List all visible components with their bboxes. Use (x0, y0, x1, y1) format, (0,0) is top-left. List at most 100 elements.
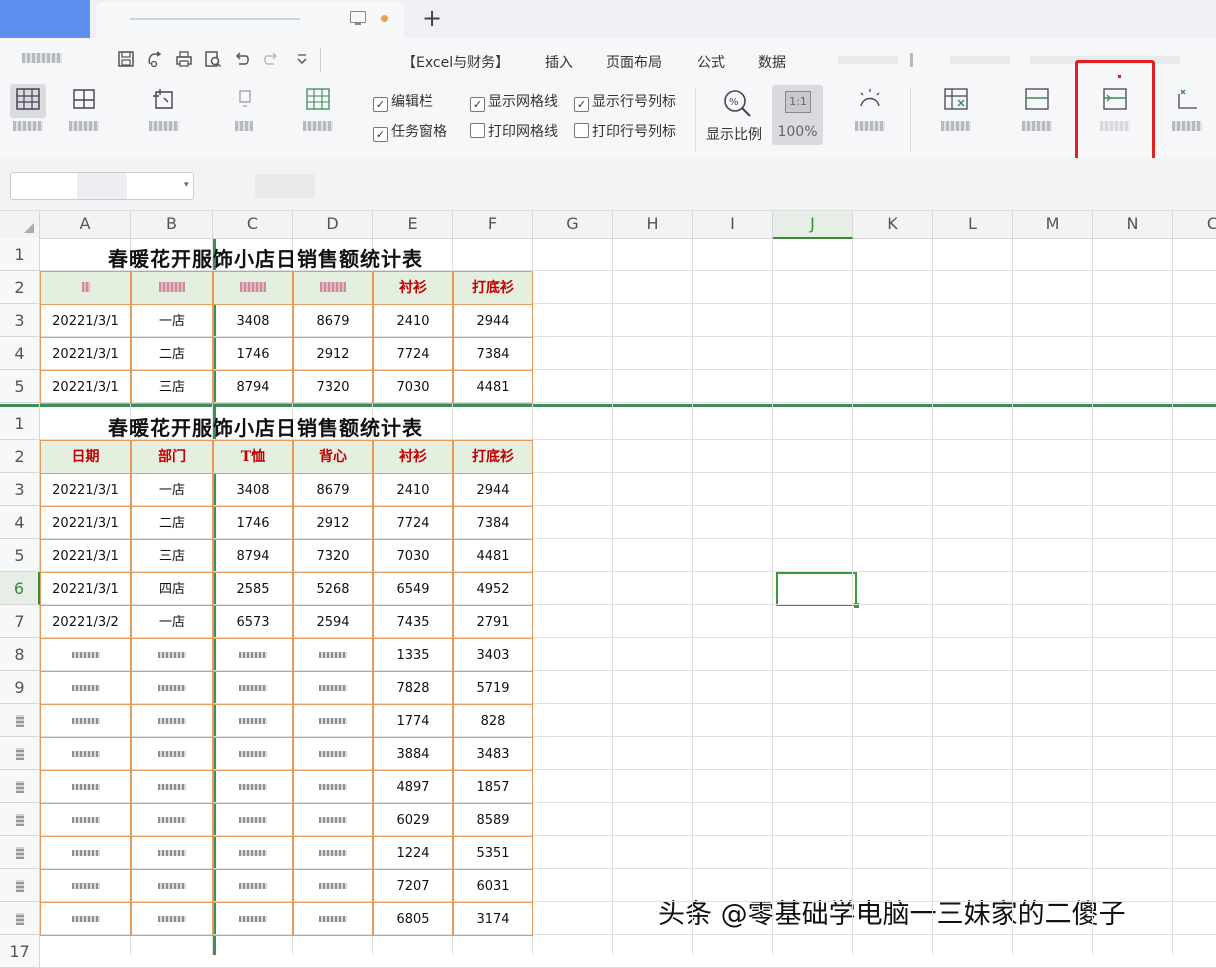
cell-text-blurred (239, 850, 267, 856)
print-icon[interactable] (175, 50, 193, 68)
eye-protection-button[interactable] (848, 86, 892, 144)
table-cell: 1746 (213, 506, 293, 540)
show-headers-checkbox[interactable]: ✓ 显示行号列标 (574, 91, 676, 112)
column-header-e[interactable]: E (373, 211, 453, 239)
row-header[interactable]: 4 (0, 337, 40, 370)
print-gridlines-checkbox[interactable]: 打印网格线 (470, 121, 558, 141)
horizontal-split-bar[interactable] (0, 404, 1216, 407)
column-header-b[interactable]: B (131, 211, 213, 239)
menu-data[interactable]: 数据 (758, 52, 786, 72)
row-header[interactable]: 1 (0, 407, 40, 440)
export-icon[interactable] (146, 50, 164, 68)
row-header[interactable]: 3 (0, 304, 40, 337)
column-header-g[interactable]: G (533, 211, 613, 239)
column-header-i[interactable]: I (693, 211, 773, 239)
table-cell: 8794 (213, 370, 293, 404)
task-pane-checkbox[interactable]: ✓ 任务窗格 (373, 121, 447, 142)
row-header[interactable]: 6 (0, 572, 40, 605)
normal-view-button[interactable] (6, 84, 50, 144)
table-cell: 20221/3/1 (40, 473, 131, 507)
row-header[interactable]: 17 (0, 935, 40, 968)
undo-icon[interactable] (233, 50, 251, 68)
chevron-down-icon[interactable]: ▾ (184, 180, 189, 190)
watermark: 头条 @零基础学电脑一三妹家的二傻子 (658, 899, 1126, 930)
table-cell: 一店 (131, 304, 213, 338)
column-header-j[interactable]: J (773, 211, 853, 239)
redo-icon[interactable] (262, 50, 280, 68)
name-box[interactable] (10, 172, 194, 200)
formula-input-blurred[interactable] (255, 174, 315, 198)
column-header-n[interactable]: N (1093, 211, 1173, 239)
select-all-corner[interactable] (0, 211, 40, 239)
menu-blurred[interactable] (838, 56, 898, 64)
table-header-cell: 衬衫 (373, 271, 453, 305)
column-header-a[interactable]: A (40, 211, 131, 239)
app-home-tab[interactable] (0, 0, 90, 38)
row-header[interactable]: 8 (0, 638, 40, 671)
new-tab-button[interactable]: + (422, 4, 442, 32)
column-header-d[interactable]: D (293, 211, 373, 239)
page-break-view-button[interactable] (62, 86, 106, 144)
cell-text-blurred (158, 718, 186, 724)
custom-view-button[interactable] (222, 86, 266, 144)
row-header[interactable]: 2 (0, 271, 40, 304)
save-icon[interactable] (117, 50, 135, 68)
row-header[interactable]: 9 (0, 671, 40, 704)
row-header[interactable]: 7 (0, 605, 40, 638)
table-cell: 2912 (293, 337, 373, 371)
row-number-blurred (16, 913, 24, 925)
chevron-down-icon[interactable] (293, 50, 311, 68)
print-headers-checkbox[interactable]: 打印行号列标 (574, 121, 676, 141)
column-header-f[interactable]: F (453, 211, 533, 239)
zoom-100-button[interactable]: 1:1 100% (772, 85, 823, 145)
print-preview-icon[interactable] (204, 50, 222, 68)
rearrange-button[interactable] (1015, 86, 1059, 144)
zoom-ratio-button[interactable]: % 显示比例 (706, 86, 768, 144)
gridline (1172, 239, 1173, 955)
divider (320, 48, 321, 72)
cell-text-blurred (158, 784, 186, 790)
menu-page-layout[interactable]: 页面布局 (606, 52, 662, 72)
table-header-cell: 部门 (131, 440, 213, 474)
row-header[interactable]: 5 (0, 539, 40, 572)
monitor-icon[interactable] (350, 11, 366, 25)
eye-protection-icon (860, 89, 880, 107)
row-header[interactable]: 4 (0, 506, 40, 539)
cell-text-blurred (71, 652, 100, 658)
selected-cell-J6[interactable] (776, 572, 859, 608)
file-menu-blurred[interactable] (14, 50, 70, 68)
menu-blurred[interactable] (950, 56, 1010, 64)
new-window-button[interactable] (1165, 86, 1215, 144)
table-cell: 7030 (373, 370, 453, 404)
table-cell: 3483 (453, 737, 533, 771)
page-layout-view-button[interactable] (142, 86, 186, 144)
column-header-k[interactable]: K (853, 211, 933, 239)
cell-text-blurred (71, 916, 100, 922)
edit-bar-checkbox[interactable]: ✓ 编辑栏 (373, 91, 433, 112)
column-header-l[interactable]: L (933, 211, 1013, 239)
row-header[interactable]: 5 (0, 370, 40, 403)
table-cell: 6573 (213, 605, 293, 639)
menu-formulas[interactable]: 公式 (697, 52, 725, 72)
column-header-c[interactable]: C (213, 211, 293, 239)
one-to-one-icon: 1:1 (785, 91, 811, 113)
table-cell: 8794 (213, 539, 293, 573)
show-gridlines-checkbox[interactable]: ✓ 显示网格线 (470, 91, 558, 112)
row-header[interactable]: 2 (0, 440, 40, 473)
menu-insert[interactable]: 插入 (545, 52, 573, 72)
table-cell: 20221/3/1 (40, 304, 131, 338)
cell-text-blurred (319, 883, 347, 889)
table-header-cell: 打底衫 (453, 440, 533, 474)
cell-text-blurred (71, 883, 100, 889)
column-header-c[interactable]: C (1173, 211, 1216, 239)
header-text-blurred (320, 282, 346, 292)
full-screen-button[interactable] (296, 86, 340, 144)
menu-excel-finance[interactable]: 【Excel与财务】 (402, 52, 509, 72)
column-header-h[interactable]: H (613, 211, 693, 239)
freeze-panes-icon (944, 88, 968, 110)
table-cell: 20221/3/1 (40, 539, 131, 573)
row-header[interactable]: 1 (0, 238, 40, 271)
column-header-m[interactable]: M (1013, 211, 1093, 239)
row-header[interactable]: 3 (0, 473, 40, 506)
freeze-panes-button[interactable] (934, 86, 978, 144)
